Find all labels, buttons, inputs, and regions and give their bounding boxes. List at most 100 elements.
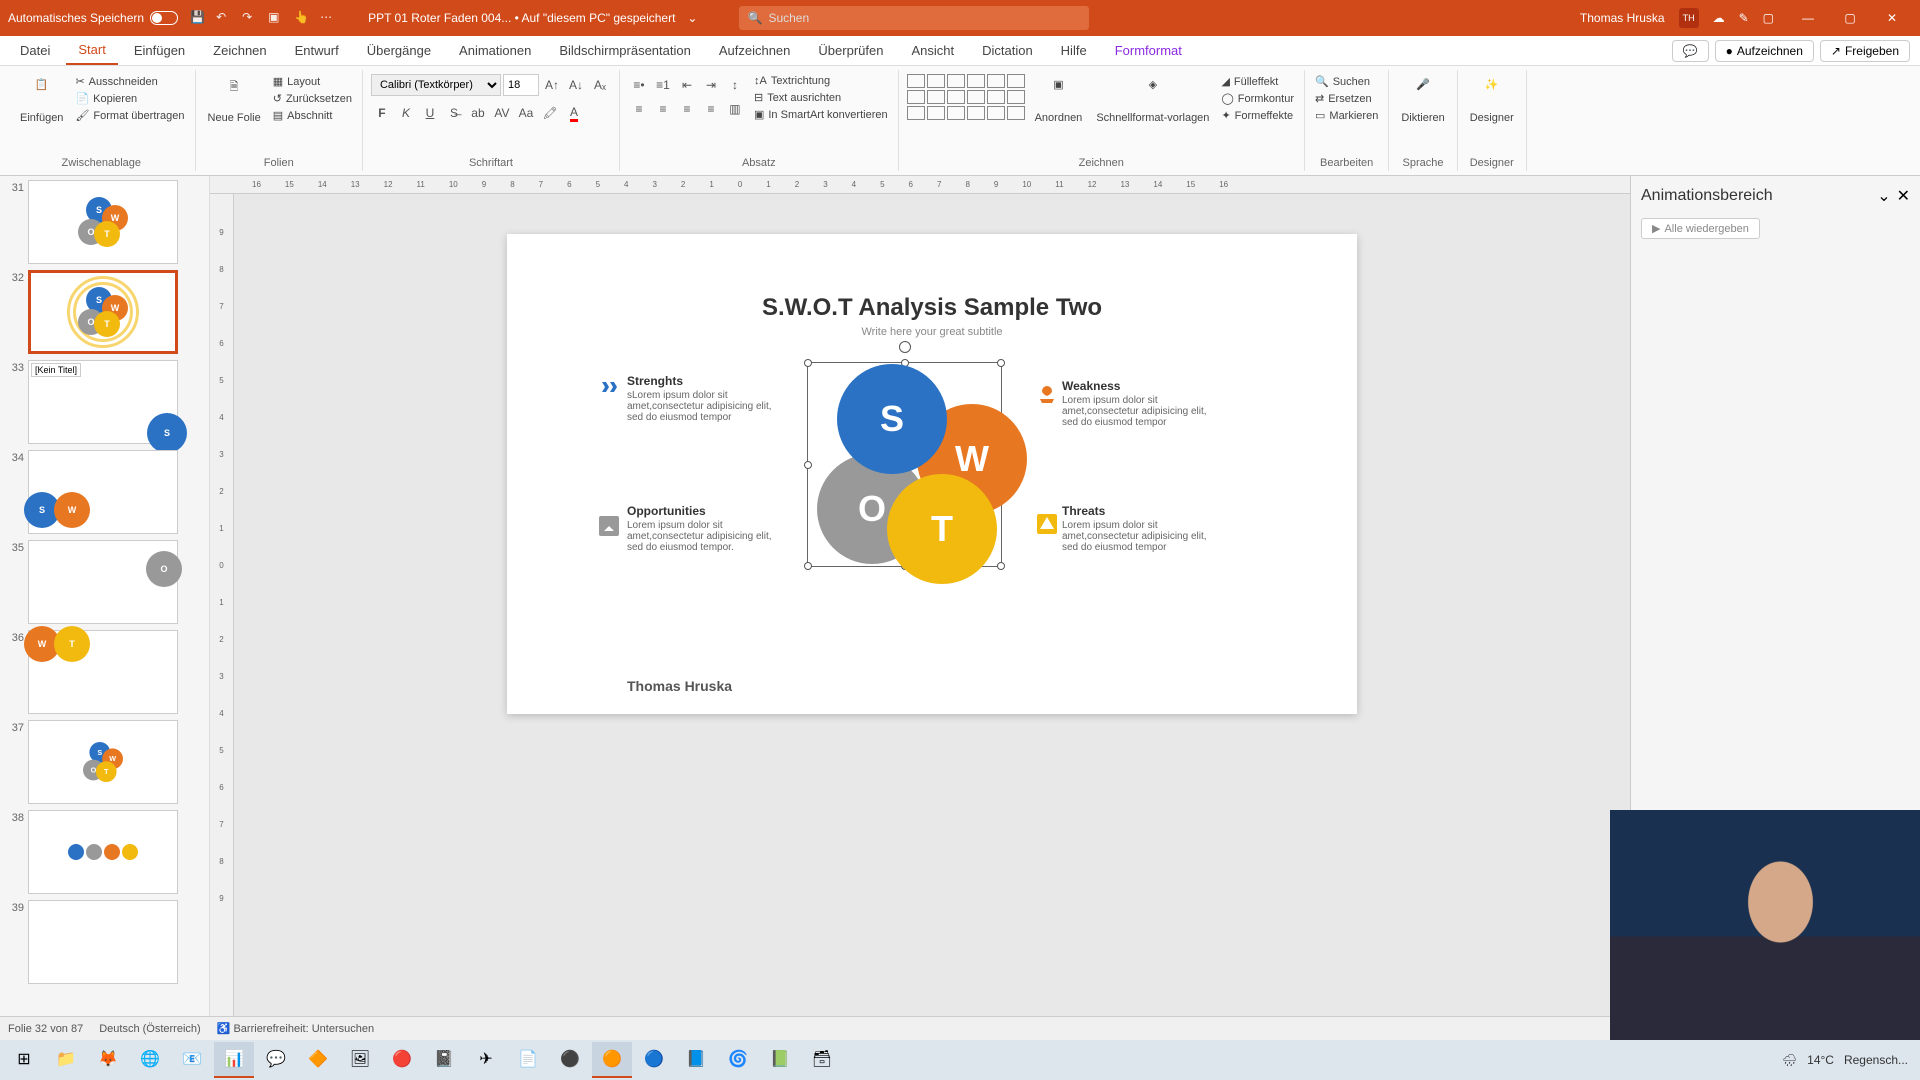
freigeben-button[interactable]: ↗ Freigeben xyxy=(1820,40,1910,62)
section-button[interactable]: ▤ Abschnitt xyxy=(271,108,354,123)
app-icon[interactable]: 🟠 xyxy=(592,1042,632,1078)
user-name[interactable]: Thomas Hruska xyxy=(1580,11,1665,25)
resize-handle[interactable] xyxy=(804,461,812,469)
outlook-icon[interactable]: 📧 xyxy=(172,1042,212,1078)
rotate-handle[interactable] xyxy=(899,341,911,353)
weather-text[interactable]: Regensch... xyxy=(1844,1053,1908,1067)
justify-button[interactable]: ≡ xyxy=(700,98,722,120)
tab-ansicht[interactable]: Ansicht xyxy=(899,37,966,64)
chevron-down-icon[interactable]: ⌄ xyxy=(687,11,697,25)
shapes-gallery[interactable] xyxy=(907,74,1025,120)
slide-thumb-32[interactable]: SWOT xyxy=(28,270,178,354)
tab-start[interactable]: Start xyxy=(66,36,117,65)
strengths-block[interactable]: Strenghts sLorem ipsum dolor sit amet,co… xyxy=(627,374,787,423)
format-painter-button[interactable]: 🖌 Format übertragen xyxy=(73,108,186,123)
obs-icon[interactable]: ⚫ xyxy=(550,1042,590,1078)
strikethrough-button[interactable]: S̶ xyxy=(443,102,465,124)
weakness-block[interactable]: Weakness Lorem ipsum dolor sit amet,cons… xyxy=(1062,379,1222,428)
tab-hilfe[interactable]: Hilfe xyxy=(1049,37,1099,64)
circle-strengths[interactable]: S xyxy=(837,364,947,474)
app-icon[interactable]: 🖼 xyxy=(340,1042,380,1078)
replace-button[interactable]: ⇄ Ersetzen xyxy=(1313,91,1380,106)
underline-button[interactable]: U xyxy=(419,102,441,124)
line-spacing-button[interactable]: ↕ xyxy=(724,74,746,96)
select-button[interactable]: ▭ Markieren xyxy=(1313,108,1380,123)
designer-button[interactable]: ✨Designer xyxy=(1466,74,1518,128)
app-icon[interactable]: 📄 xyxy=(508,1042,548,1078)
document-title[interactable]: PPT 01 Roter Faden 004... • Auf "diesem … xyxy=(368,11,675,25)
slide-thumb-39[interactable] xyxy=(28,900,178,984)
shape-outline-button[interactable]: ◯ Formkontur xyxy=(1219,91,1296,106)
highlight-button[interactable]: 🖍 xyxy=(539,102,561,124)
more-icon[interactable]: ⋯ xyxy=(320,10,336,26)
start-button[interactable]: ⊞ xyxy=(4,1042,44,1078)
canvas-scroll[interactable]: S.W.O.T Analysis Sample Two Write here y… xyxy=(234,194,1630,1016)
tab-datei[interactable]: Datei xyxy=(8,37,62,64)
dictate-button[interactable]: 🎤Diktieren xyxy=(1397,74,1448,128)
slide-thumb-35[interactable]: O xyxy=(28,540,178,624)
slide-thumb-36[interactable]: WT xyxy=(28,630,178,714)
app-icon[interactable]: 🔴 xyxy=(382,1042,422,1078)
comments-button[interactable]: 💬 xyxy=(1672,40,1709,62)
minimize-button[interactable]: — xyxy=(1788,3,1828,33)
tab-dictation[interactable]: Dictation xyxy=(970,37,1045,64)
word-icon[interactable]: 📘 xyxy=(676,1042,716,1078)
accessibility-status[interactable]: ♿ Barrierefreiheit: Untersuchen xyxy=(217,1022,374,1035)
tab-bildschirm[interactable]: Bildschirmpräsentation xyxy=(547,37,703,64)
tab-ueberpruefen[interactable]: Überprüfen xyxy=(806,37,895,64)
search-input[interactable] xyxy=(768,11,1081,25)
window-icon[interactable]: ▢ xyxy=(1763,11,1774,25)
save-icon[interactable]: 💾 xyxy=(190,10,206,26)
powerpoint-icon[interactable]: 📊 xyxy=(214,1042,254,1078)
align-text-button[interactable]: ⊟ Text ausrichten xyxy=(752,90,890,105)
aufzeichnen-button[interactable]: ● Aufzeichnen xyxy=(1715,40,1814,62)
swot-diagram[interactable]: O W T S xyxy=(817,364,1027,584)
align-center-button[interactable]: ≡ xyxy=(652,98,674,120)
undo-icon[interactable]: ↶ xyxy=(216,10,232,26)
app-icon[interactable]: 💬 xyxy=(256,1042,296,1078)
quick-styles-button[interactable]: ◈Schnellformat-vorlagen xyxy=(1092,74,1213,128)
clear-format-button[interactable]: Aₓ xyxy=(589,74,611,96)
edge-icon[interactable]: 🌀 xyxy=(718,1042,758,1078)
language-status[interactable]: Deutsch (Österreich) xyxy=(99,1023,200,1035)
font-color-button[interactable]: A xyxy=(563,102,585,124)
smartart-button[interactable]: ▣ In SmartArt konvertieren xyxy=(752,107,890,122)
new-slide-button[interactable]: 🗎 Neue Folie xyxy=(204,74,265,128)
paste-button[interactable]: 📋 Einfügen xyxy=(16,74,67,128)
slide-title[interactable]: S.W.O.T Analysis Sample Two xyxy=(507,294,1357,322)
temperature[interactable]: 14°C xyxy=(1807,1053,1834,1067)
chevron-down-icon[interactable]: ⌄ xyxy=(1877,186,1890,206)
shape-fill-button[interactable]: ◢ Fülleffekt xyxy=(1219,74,1296,89)
touch-icon[interactable]: 👆 xyxy=(294,10,310,26)
autosave-toggle[interactable]: Automatisches Speichern xyxy=(8,11,178,25)
text-direction-button[interactable]: ↕A Textrichtung xyxy=(752,74,890,88)
chrome-icon[interactable]: 🌐 xyxy=(130,1042,170,1078)
font-name-select[interactable]: Calibri (Textkörper) xyxy=(371,74,501,96)
slide-subtitle[interactable]: Write here your great subtitle xyxy=(507,326,1357,338)
present-icon[interactable]: ▣ xyxy=(268,10,284,26)
font-size-input[interactable] xyxy=(503,74,539,96)
redo-icon[interactable]: ↷ xyxy=(242,10,258,26)
threats-block[interactable]: Threats Lorem ipsum dolor sit amet,conse… xyxy=(1062,504,1222,553)
play-all-button[interactable]: ▶ Alle wiedergeben xyxy=(1641,218,1760,239)
circle-threats[interactable]: T xyxy=(887,474,997,584)
resize-handle[interactable] xyxy=(804,562,812,570)
columns-button[interactable]: ▥ xyxy=(724,98,746,120)
toggle-switch[interactable] xyxy=(150,11,178,25)
layout-button[interactable]: ▦ Layout xyxy=(271,74,354,89)
cut-button[interactable]: ✂ Ausschneiden xyxy=(73,74,186,89)
tab-uebergaenge[interactable]: Übergänge xyxy=(355,37,443,64)
tab-aufzeichnen[interactable]: Aufzeichnen xyxy=(707,37,803,64)
firefox-icon[interactable]: 🦊 xyxy=(88,1042,128,1078)
tab-einfuegen[interactable]: Einfügen xyxy=(122,37,197,64)
close-icon[interactable]: ✕ xyxy=(1897,186,1910,206)
slide-canvas[interactable]: S.W.O.T Analysis Sample Two Write here y… xyxy=(507,234,1357,714)
tab-formformat[interactable]: Formformat xyxy=(1103,37,1194,64)
resize-handle[interactable] xyxy=(804,359,812,367)
indent-inc-button[interactable]: ⇥ xyxy=(700,74,722,96)
maximize-button[interactable]: ▢ xyxy=(1830,3,1870,33)
case-button[interactable]: Aa xyxy=(515,102,537,124)
align-right-button[interactable]: ≡ xyxy=(676,98,698,120)
indent-dec-button[interactable]: ⇤ xyxy=(676,74,698,96)
telegram-icon[interactable]: ✈ xyxy=(466,1042,506,1078)
